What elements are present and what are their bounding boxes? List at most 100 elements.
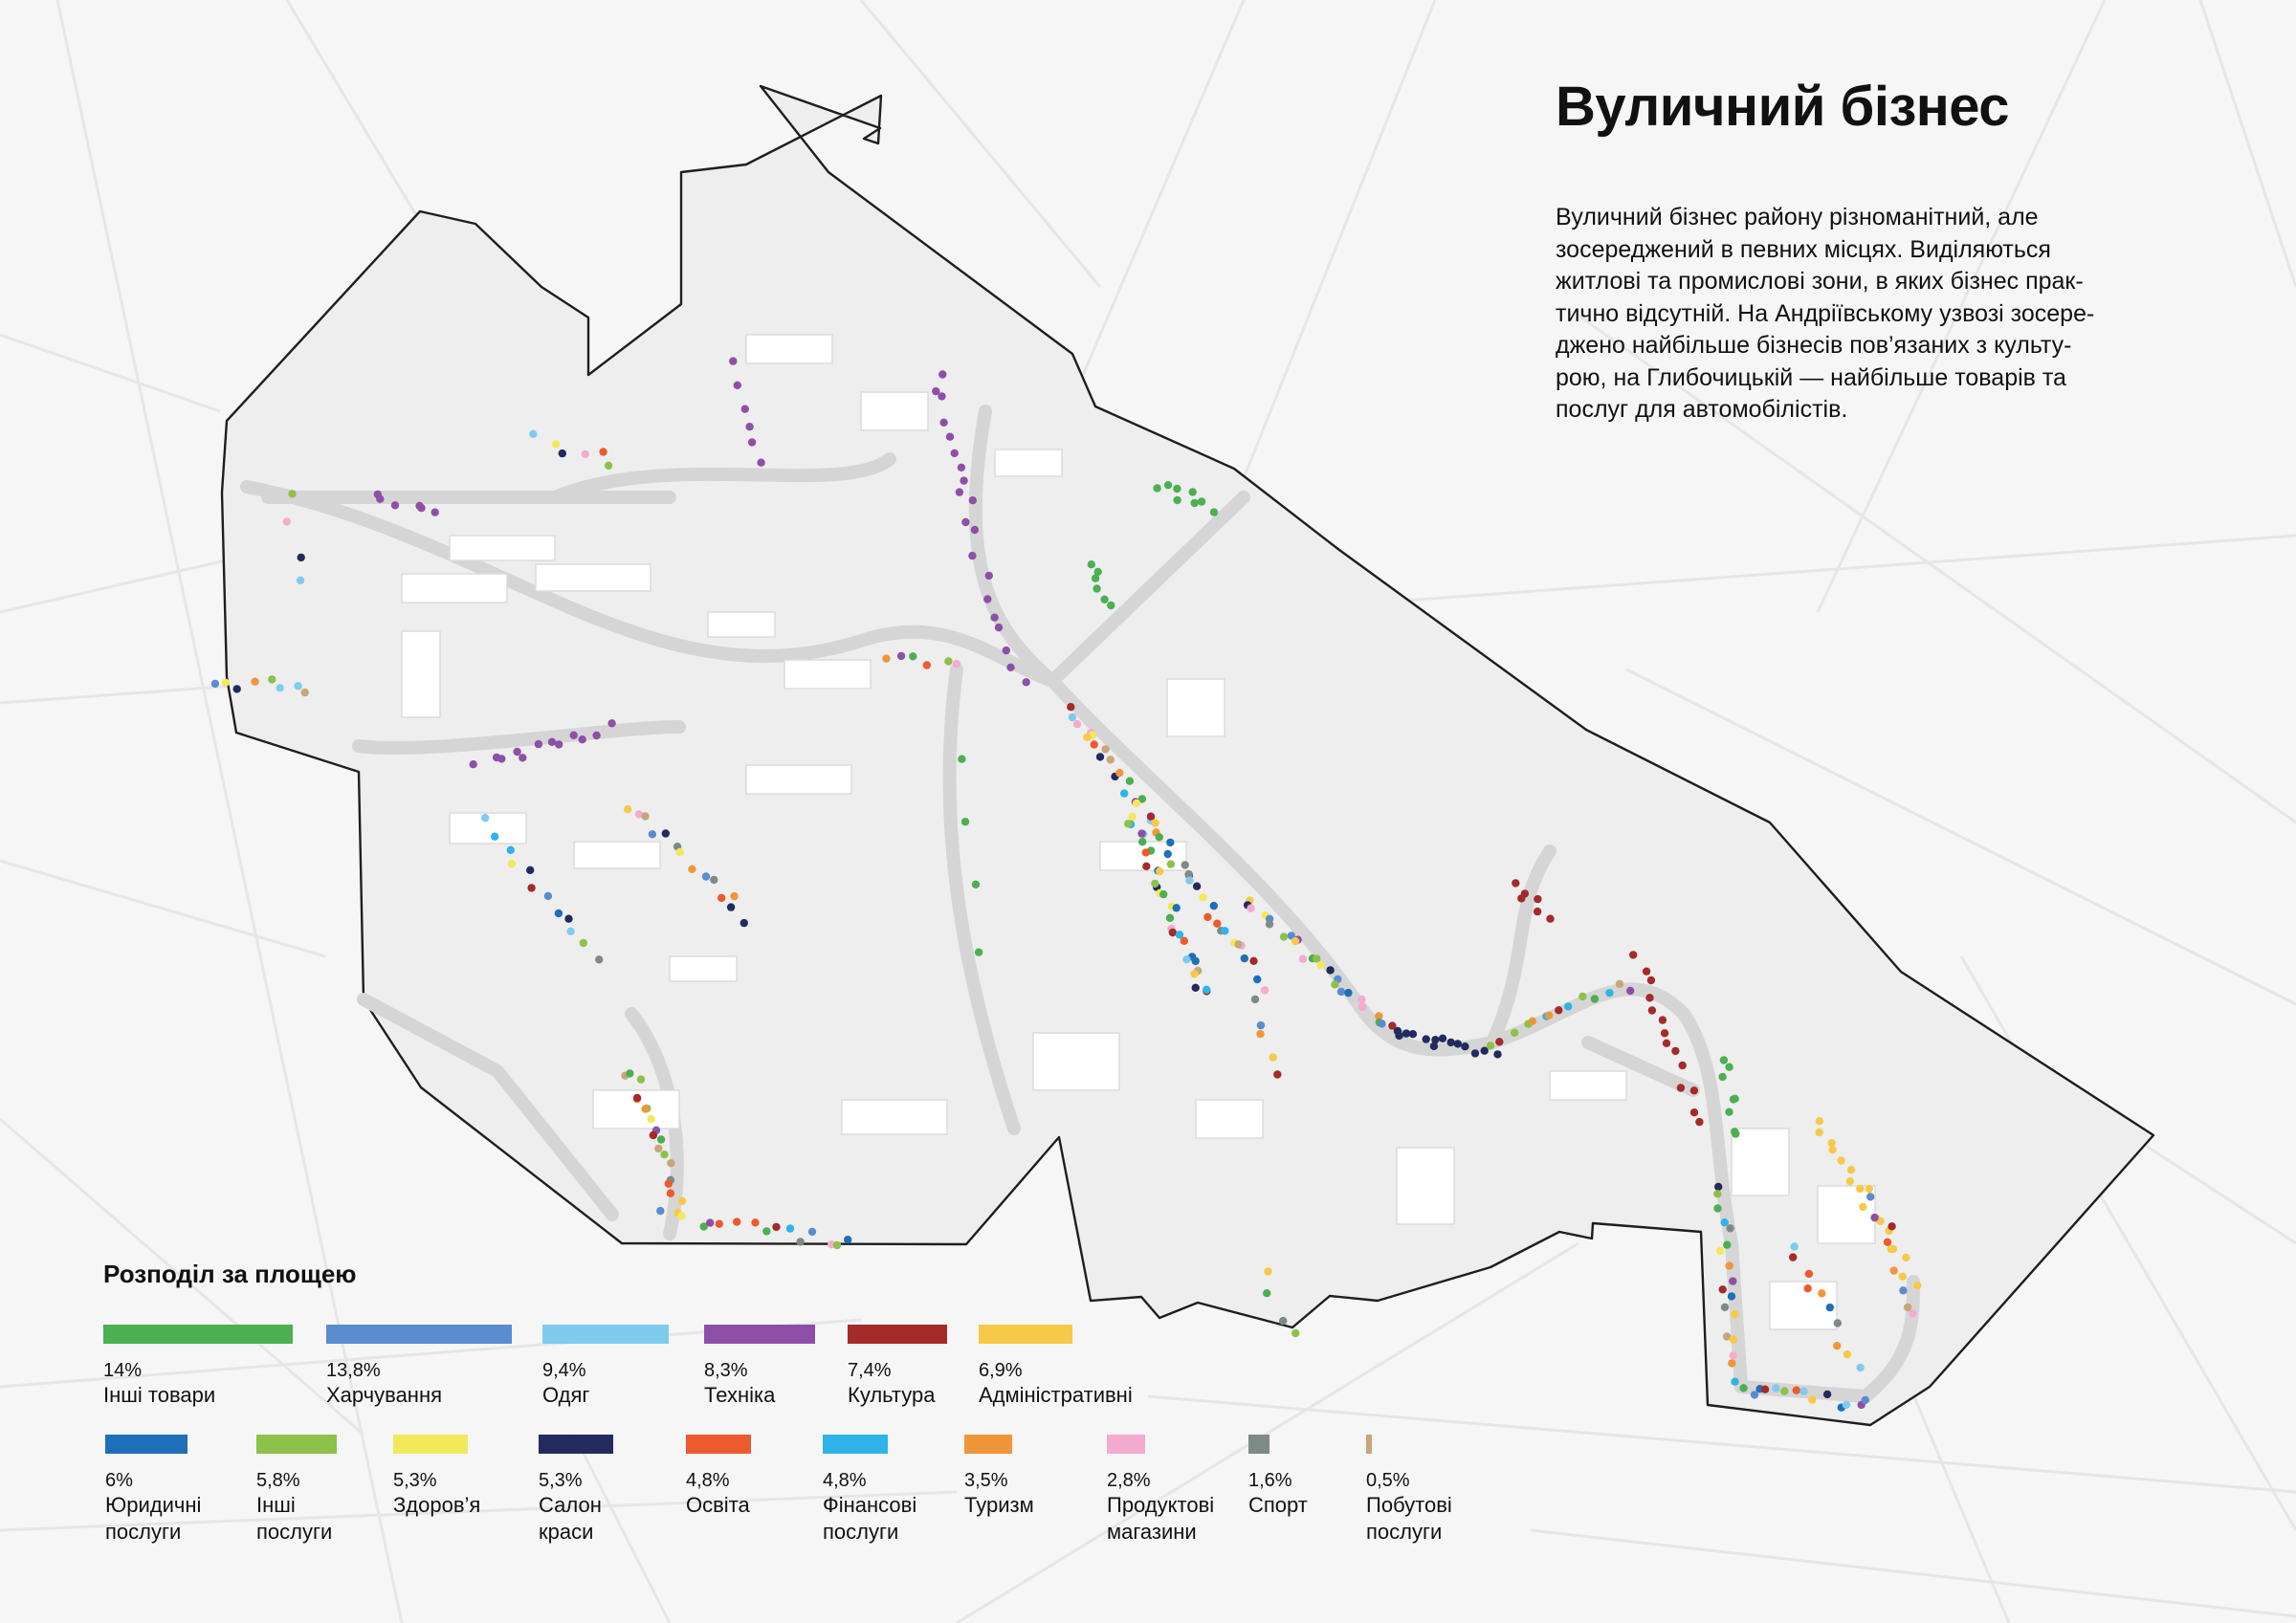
business-point [604, 461, 613, 470]
business-point [1192, 882, 1202, 890]
legend-label: Туризм [964, 1493, 1034, 1517]
business-point [1137, 829, 1146, 838]
business-point [1142, 862, 1151, 870]
business-point [527, 884, 536, 892]
business-point [543, 891, 553, 901]
business-point [1470, 1049, 1480, 1058]
business-point [1461, 1042, 1469, 1051]
business-point [661, 829, 670, 838]
business-point [1808, 1395, 1817, 1404]
business-point [1729, 1351, 1737, 1360]
business-point [376, 494, 385, 503]
business-point [1336, 987, 1346, 997]
business-point [1534, 894, 1542, 904]
business-point [1780, 1387, 1789, 1395]
business-point [1344, 988, 1353, 998]
business-point [578, 735, 586, 744]
business-point [1815, 1128, 1823, 1137]
legend-label: Техніка [704, 1383, 776, 1407]
legend-swatch [105, 1435, 188, 1454]
business-point [1578, 992, 1587, 1001]
business-point [1605, 989, 1614, 998]
legend-label: Здоров’я [393, 1493, 481, 1517]
business-point [1731, 1377, 1739, 1386]
business-point [710, 875, 718, 885]
business-point [1209, 508, 1219, 516]
business-point [579, 938, 587, 948]
business-point [1168, 928, 1178, 937]
business-point [1822, 1390, 1832, 1399]
business-point [751, 1218, 760, 1227]
legend-label: Адміністративні [979, 1383, 1133, 1407]
business-point [1292, 1328, 1300, 1338]
business-point [1898, 1272, 1908, 1282]
business-point [491, 832, 499, 841]
legend-label: Освіта [686, 1493, 750, 1517]
business-point [1101, 745, 1110, 754]
legend-item-grocery-stores: 2,8% Продуктові магазини [1107, 1435, 1214, 1546]
legend-item-electronics: 8,3% Техніка [704, 1325, 815, 1409]
legend-swatch [979, 1325, 1072, 1344]
legend-percent: 8,3% [704, 1360, 748, 1381]
business-point [430, 508, 439, 516]
legend-percent: 2,8% [1107, 1470, 1151, 1491]
business-point [1629, 951, 1638, 959]
business-point [656, 1206, 665, 1216]
business-point [1646, 976, 1656, 985]
business-point [1298, 954, 1308, 963]
business-point [1190, 498, 1199, 508]
business-point [526, 866, 535, 874]
business-point [1181, 861, 1189, 869]
business-point [677, 1212, 686, 1220]
business-point [726, 903, 736, 911]
business-point [1120, 789, 1129, 798]
legend-percent: 9,4% [542, 1360, 586, 1381]
legend-percent: 5,3% [539, 1470, 583, 1491]
business-point [1846, 1165, 1856, 1174]
business-point [974, 948, 983, 956]
business-point [1719, 1056, 1729, 1064]
business-point [1750, 1391, 1759, 1399]
business-point [529, 429, 538, 438]
business-point [1115, 768, 1124, 778]
business-point [607, 719, 616, 728]
business-point [1221, 927, 1229, 935]
business-point [654, 1144, 663, 1153]
business-point [1870, 1213, 1879, 1222]
business-point [762, 1227, 771, 1236]
business-point [944, 657, 953, 666]
business-point [1006, 663, 1015, 671]
business-point [1100, 595, 1109, 603]
legend-label: Продуктові магазини [1107, 1493, 1215, 1544]
business-point [1264, 1267, 1272, 1276]
business-point [1316, 961, 1325, 970]
business-point [1760, 1385, 1770, 1393]
business-point [1190, 970, 1199, 978]
business-point [1833, 1319, 1843, 1327]
business-point [1191, 956, 1200, 966]
business-point [1095, 753, 1105, 761]
business-point [1731, 1094, 1739, 1104]
legend-label: Спорт [1248, 1493, 1308, 1517]
business-point [1185, 876, 1194, 885]
business-point [1725, 1261, 1733, 1270]
business-point [282, 517, 291, 526]
business-point [1825, 1303, 1835, 1312]
business-point [276, 684, 284, 692]
business-point [1642, 967, 1651, 976]
business-point [1725, 1063, 1733, 1071]
business-point [210, 679, 220, 689]
business-point [1739, 1384, 1748, 1393]
business-point [1726, 1224, 1734, 1233]
business-point [294, 682, 302, 691]
business-point [688, 865, 696, 873]
legend-swatch [326, 1325, 512, 1344]
business-point [1842, 1400, 1851, 1410]
business-point [1713, 1190, 1722, 1198]
business-point [1408, 1030, 1418, 1039]
business-point [1714, 1182, 1723, 1192]
business-point [1729, 1277, 1737, 1285]
business-point [1728, 1359, 1736, 1368]
business-point [1173, 495, 1181, 505]
legend-label: Салон краси [539, 1493, 602, 1544]
